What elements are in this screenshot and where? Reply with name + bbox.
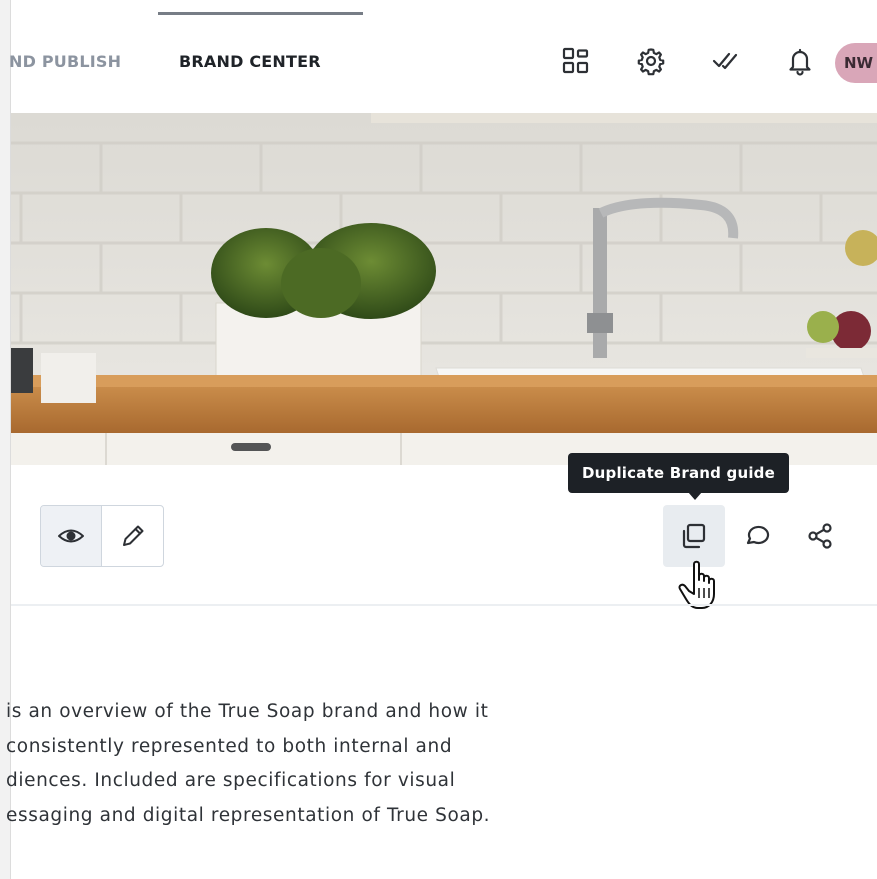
tasks-button[interactable] [708,44,742,78]
tasks-check-icon [712,52,738,70]
apps-grid-icon [562,47,589,74]
edit-mode-button[interactable] [102,506,163,566]
share-icon [808,523,832,549]
user-avatar[interactable]: NW [835,43,877,83]
active-tab-indicator [158,12,363,15]
eye-icon [58,529,84,543]
settings-gear-icon [637,48,665,76]
tab-brand-center[interactable]: BRAND CENTER [179,52,321,71]
top-navigation-bar: ND PUBLISH BRAND CENTER NW [9,0,877,113]
duplicate-icon [682,523,706,549]
description-line: diences. Included are specifications for… [6,770,456,791]
tab-publish[interactable]: ND PUBLISH [9,52,121,71]
share-button[interactable] [789,505,851,567]
comment-icon [746,525,770,545]
tooltip-arrow [688,492,702,500]
comment-button[interactable] [727,505,789,567]
notifications-bell-icon [789,48,811,76]
notifications-button[interactable] [783,44,817,78]
pencil-icon [122,525,143,546]
duplicate-tooltip: Duplicate Brand guide [568,453,789,493]
hero-image [11,113,877,465]
view-edit-toggle [40,505,164,567]
apps-grid-button[interactable] [559,44,593,78]
brand-guide-description: is an overview of the True Soap brand an… [6,695,626,833]
description-line: essaging and digital representation of T… [6,804,491,826]
section-divider [11,604,877,606]
view-mode-button[interactable] [41,506,103,566]
kitchen-sink-photo [11,113,877,465]
settings-button[interactable] [634,44,668,78]
description-line: consistently represented to both interna… [6,735,453,757]
description-line: is an overview of the True Soap brand an… [6,701,489,722]
